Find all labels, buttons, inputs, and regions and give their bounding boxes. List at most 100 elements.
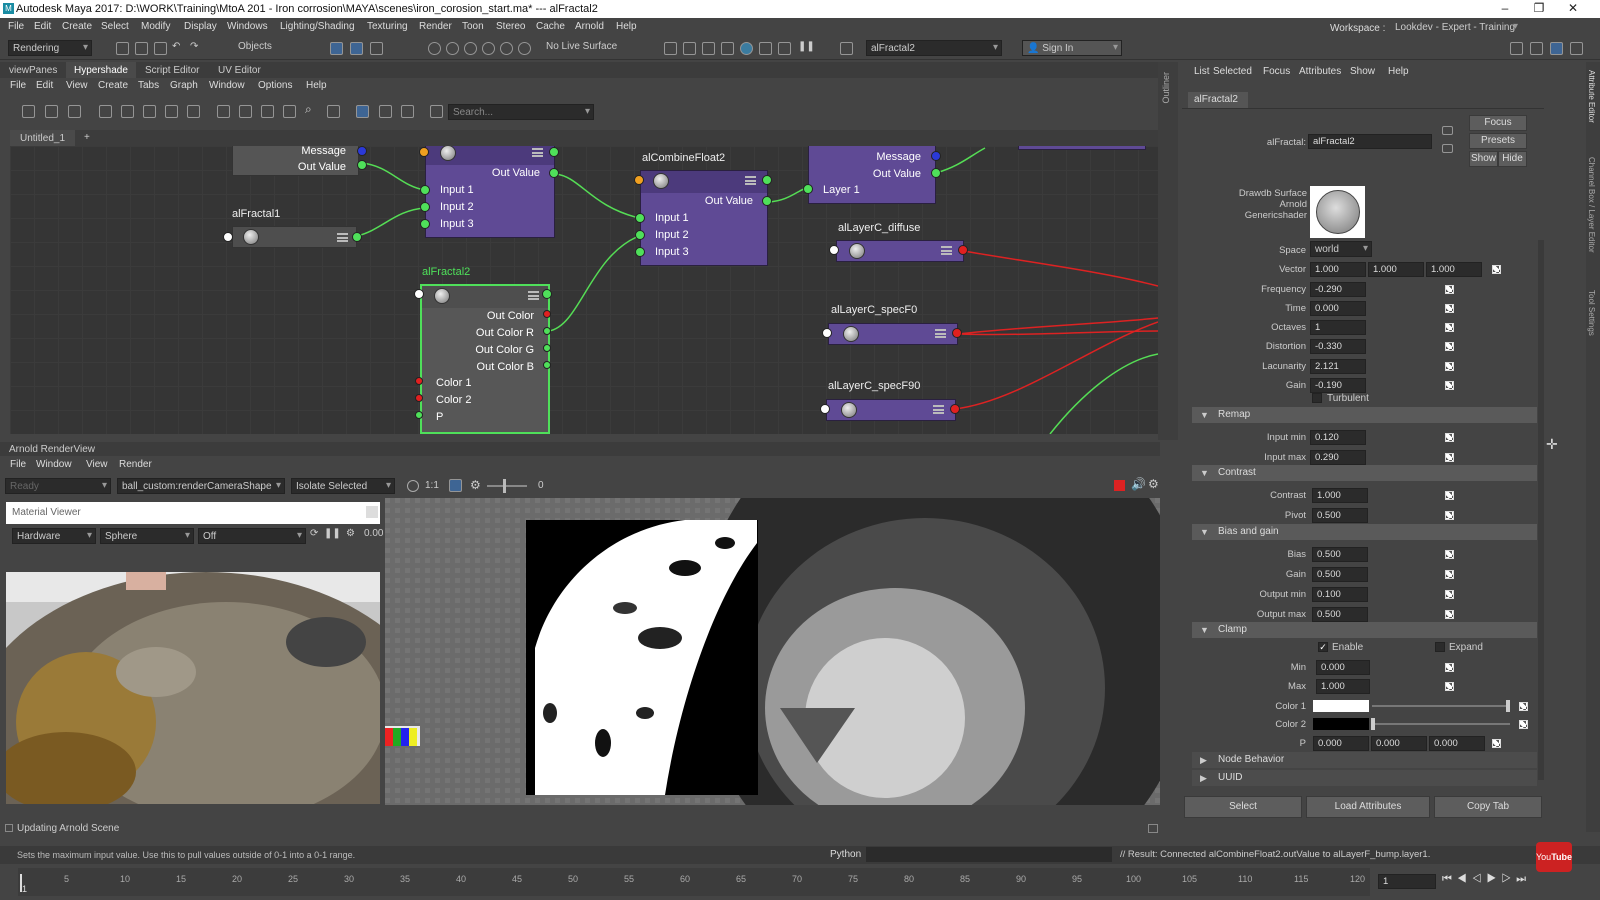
node-options-icon[interactable] bbox=[528, 291, 539, 300]
workspace-dropdown[interactable]: Lookdev - Expert - Training bbox=[1391, 20, 1521, 36]
output-min-input[interactable]: 0.100 bbox=[1312, 587, 1368, 602]
out-value-port-dot[interactable] bbox=[357, 160, 367, 170]
hypershade-icon[interactable] bbox=[721, 42, 734, 55]
snap-curve-icon[interactable] bbox=[446, 42, 459, 55]
minimize-icon[interactable]: – bbox=[1488, 1, 1522, 15]
combine-left-in1-dot[interactable] bbox=[420, 185, 430, 195]
youtube-logo-icon[interactable]: YouTube bbox=[1536, 842, 1572, 872]
live-surface-label[interactable]: No Live Surface bbox=[546, 41, 617, 52]
hs-menu-window[interactable]: Window bbox=[209, 80, 245, 91]
color-2-swatch[interactable] bbox=[1313, 718, 1369, 730]
bias-map-button[interactable] bbox=[1445, 550, 1454, 559]
graph-io-icon[interactable] bbox=[45, 105, 58, 118]
environment-dropdown[interactable]: Off bbox=[198, 528, 306, 544]
renderer-dropdown[interactable]: Hardware bbox=[12, 528, 96, 544]
color-1-slider-handle[interactable] bbox=[1506, 700, 1510, 712]
gain-input[interactable]: -0.190 bbox=[1310, 378, 1366, 393]
ae-menu-help[interactable]: Help bbox=[1388, 66, 1409, 77]
workspace-icon-3[interactable] bbox=[1550, 42, 1563, 55]
specf90-output-dot[interactable] bbox=[950, 404, 960, 414]
color-1-slider[interactable] bbox=[1372, 705, 1510, 707]
close-icon[interactable]: ✕ bbox=[1556, 1, 1590, 15]
color-1-map-button[interactable] bbox=[1519, 702, 1528, 711]
hs-menu-graph[interactable]: Graph bbox=[170, 80, 198, 91]
renderview-settings-icon[interactable]: ⚙ bbox=[1148, 477, 1159, 491]
snap-vertex-icon[interactable] bbox=[518, 42, 531, 55]
render-viewport[interactable] bbox=[385, 498, 1160, 805]
custom-mode-icon[interactable] bbox=[283, 105, 296, 118]
combine-left-orange-dot[interactable] bbox=[419, 147, 429, 157]
vector-map-button[interactable] bbox=[1492, 265, 1501, 274]
menu-file[interactable]: File bbox=[8, 21, 24, 32]
color-2-slider[interactable] bbox=[1372, 723, 1510, 725]
node-options-icon[interactable] bbox=[935, 329, 946, 338]
remap-section-header[interactable]: ▼ Remap bbox=[1192, 407, 1537, 423]
hs-menu-edit[interactable]: Edit bbox=[36, 80, 53, 91]
combine2-orange-dot[interactable] bbox=[634, 175, 644, 185]
clamp-min-input[interactable]: 0.000 bbox=[1316, 660, 1370, 675]
input-max-map-button[interactable] bbox=[1445, 453, 1454, 462]
node-alfractal2[interactable]: Out Color Out Color R Out Color G Out Co… bbox=[420, 284, 550, 434]
out-color-g-dot[interactable] bbox=[543, 344, 551, 352]
output-max-map-button[interactable] bbox=[1445, 610, 1454, 619]
menu-create[interactable]: Create bbox=[62, 21, 92, 32]
node-editor-graph[interactable]: Message Out Value alFractal1 Out Value I… bbox=[10, 146, 1158, 434]
node-partial-top-right[interactable] bbox=[1018, 146, 1146, 150]
tab-tool-settings[interactable]: Tool Settings bbox=[1587, 290, 1596, 336]
menu-arnold[interactable]: Arnold bbox=[575, 21, 604, 32]
search-icon[interactable]: ⌕ bbox=[305, 102, 312, 117]
node-partial-top-left[interactable]: Message Out Value bbox=[232, 146, 359, 176]
arnold-render-icon[interactable] bbox=[740, 42, 753, 55]
menu-lighting-shading[interactable]: Lighting/Shading bbox=[280, 21, 355, 32]
load-attributes-button[interactable]: Load Attributes bbox=[1306, 796, 1430, 818]
command-language[interactable]: Python bbox=[830, 849, 861, 860]
exposure-slider-handle[interactable] bbox=[503, 479, 506, 493]
rv-menu-render[interactable]: Render bbox=[119, 459, 152, 470]
alfractal1-output-dot[interactable] bbox=[352, 232, 362, 242]
color-1-dot[interactable] bbox=[415, 377, 423, 385]
go-output-icon[interactable] bbox=[1442, 144, 1453, 153]
out-color-r-dot[interactable] bbox=[543, 327, 551, 335]
diffuse-output-dot[interactable] bbox=[958, 245, 968, 255]
simple-mode-icon[interactable] bbox=[217, 105, 230, 118]
frequency-input[interactable]: -0.290 bbox=[1310, 282, 1366, 297]
hide-button[interactable]: Hide bbox=[1498, 151, 1527, 167]
menu-cache[interactable]: Cache bbox=[536, 21, 565, 32]
clamp-min-map-button[interactable] bbox=[1445, 663, 1454, 672]
node-options-icon[interactable] bbox=[941, 246, 952, 255]
isolate-dropdown[interactable]: Isolate Selected bbox=[291, 478, 395, 494]
specf0-output-dot[interactable] bbox=[952, 328, 962, 338]
enable-checkbox[interactable]: ✓ bbox=[1318, 642, 1328, 652]
combine-left-in3-dot[interactable] bbox=[420, 219, 430, 229]
lacunarity-input[interactable]: 2.121 bbox=[1310, 359, 1366, 374]
alfractal2-input-dot[interactable] bbox=[414, 289, 424, 299]
pin-icon[interactable] bbox=[327, 105, 340, 118]
input-min-map-button[interactable] bbox=[1445, 433, 1454, 442]
p-z-input[interactable]: 0.000 bbox=[1429, 736, 1485, 751]
zoom-ratio[interactable]: 1:1 bbox=[425, 480, 439, 491]
p-x-input[interactable]: 0.000 bbox=[1313, 736, 1369, 751]
p-dot[interactable] bbox=[415, 411, 423, 419]
vector-x-input[interactable]: 1.000 bbox=[1310, 262, 1366, 277]
undo-icon[interactable]: ↶ bbox=[172, 41, 180, 52]
node-combine-left[interactable]: Out Value Input 1 Input 2 Input 3 bbox=[425, 146, 555, 238]
refresh-icon[interactable] bbox=[430, 105, 443, 118]
bias-input[interactable]: 0.500 bbox=[1312, 547, 1368, 562]
snap-view-icon[interactable] bbox=[482, 42, 495, 55]
menu-texturing[interactable]: Texturing bbox=[367, 21, 408, 32]
pivot-map-button[interactable] bbox=[1445, 511, 1454, 520]
frequency-map-button[interactable] bbox=[1445, 285, 1454, 294]
ae-menu-selected[interactable]: Selected bbox=[1213, 66, 1252, 77]
refresh-icon[interactable]: ⟳ bbox=[310, 528, 318, 539]
menu-select[interactable]: Select bbox=[101, 21, 129, 32]
settings-gear-icon[interactable]: ⚙ bbox=[470, 478, 481, 492]
time-slider[interactable]: 1 5 10 15 20 25 30 35 40 45 50 55 60 65 … bbox=[18, 868, 1370, 896]
settings-gear-icon[interactable]: ⚙ bbox=[346, 528, 355, 539]
frame-selected-icon[interactable] bbox=[121, 105, 134, 118]
copy-tab-button[interactable]: Copy Tab bbox=[1434, 796, 1542, 818]
open-scene-icon[interactable] bbox=[135, 42, 148, 55]
message-port-dot[interactable] bbox=[357, 146, 367, 156]
show-button[interactable]: Show bbox=[1469, 151, 1498, 167]
camera-dropdown[interactable]: ball_custom:renderCameraShape bbox=[117, 478, 285, 494]
focus-button[interactable]: Focus bbox=[1469, 115, 1527, 131]
